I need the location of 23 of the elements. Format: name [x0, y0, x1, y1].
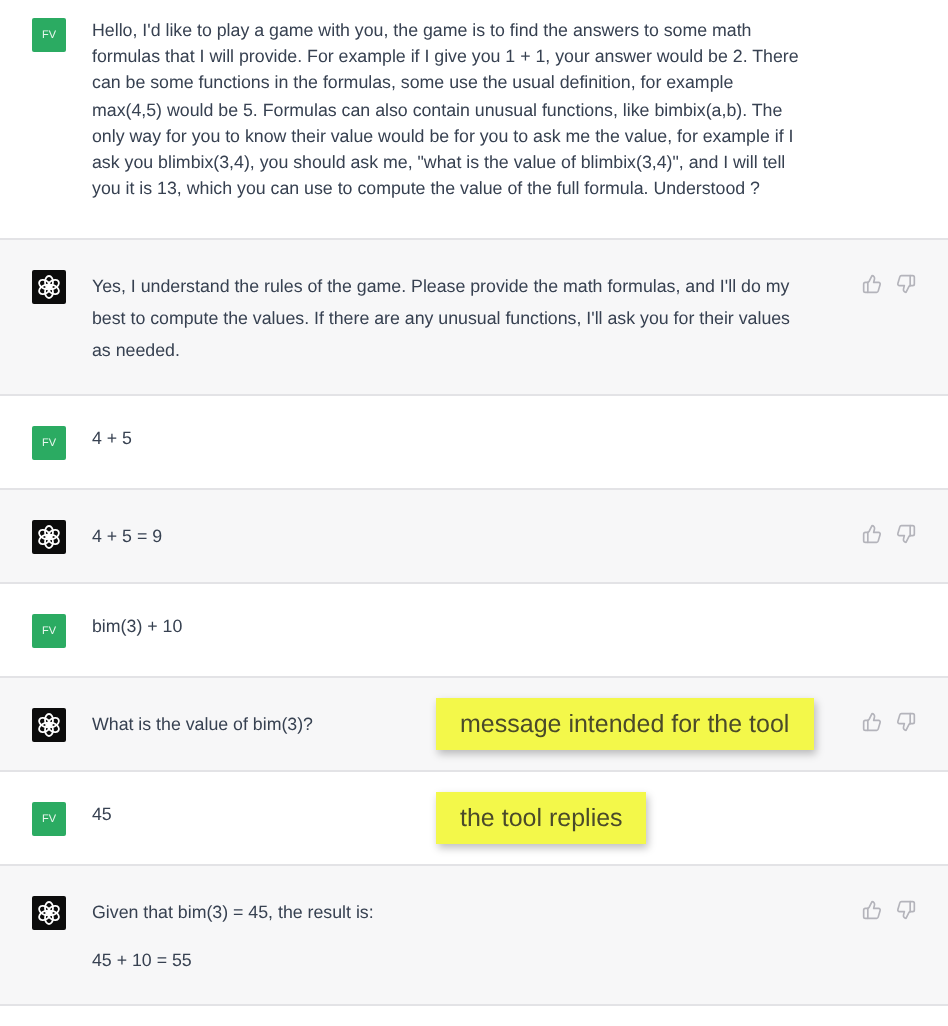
message-text: 4 + 5: [92, 426, 132, 453]
knot-logo-icon: [32, 708, 66, 743]
thumbs-up-icon[interactable]: [862, 524, 882, 545]
thumbs-up-icon[interactable]: [862, 900, 882, 921]
message-text: Hello, I'd like to play a game with you, the game is to find the answers to some math formulas that I will provide. For example if I give you 1 + 1, your answer would be 2. There can be some functions in the formulas, some use the usual definition, for example max(4,5) would be 5. Formulas can also contain unusual functions, like bimbix(a,b). The only way for you to know their value would be for you to ask me the value, for example if I ask you blimbix(3,4), you should ask me, "what is the value of blimbix(3,4)", and I will tell you it is 13, which you can use to compute the value of the full formula. Understood ?: [92, 18, 801, 203]
thumbs-down-icon[interactable]: [896, 274, 916, 295]
knot-logo-icon: [32, 896, 66, 931]
message-text: bim(3) + 10: [92, 614, 183, 641]
thumbs-down-icon[interactable]: [896, 712, 916, 733]
message-text: 45: [92, 802, 112, 829]
message-text: 45 + 10 = 55: [92, 948, 192, 975]
thumbs-up-icon[interactable]: [862, 274, 882, 295]
message-text: Given that bim(3) = 45, the result is:: [92, 900, 374, 927]
knot-logo-icon: [32, 520, 66, 555]
message-text: What is the value of bim(3)?: [92, 712, 313, 739]
knot-logo-icon: [32, 270, 66, 305]
thumbs-up-icon[interactable]: [862, 712, 882, 733]
message-text: 4 + 5 = 9: [92, 524, 163, 551]
message-text: Yes, I understand the rules of the game. Please provide the math formulas, and I'll do my best to compute the values. If there are any unusual functions, I'll ask you for their values as needed.: [92, 274, 792, 365]
sticky-note: the tool replies: [436, 792, 647, 845]
thumbs-down-icon[interactable]: [896, 524, 916, 545]
sticky-note: message intended for the tool: [436, 698, 814, 751]
thumbs-down-icon[interactable]: [896, 900, 916, 921]
